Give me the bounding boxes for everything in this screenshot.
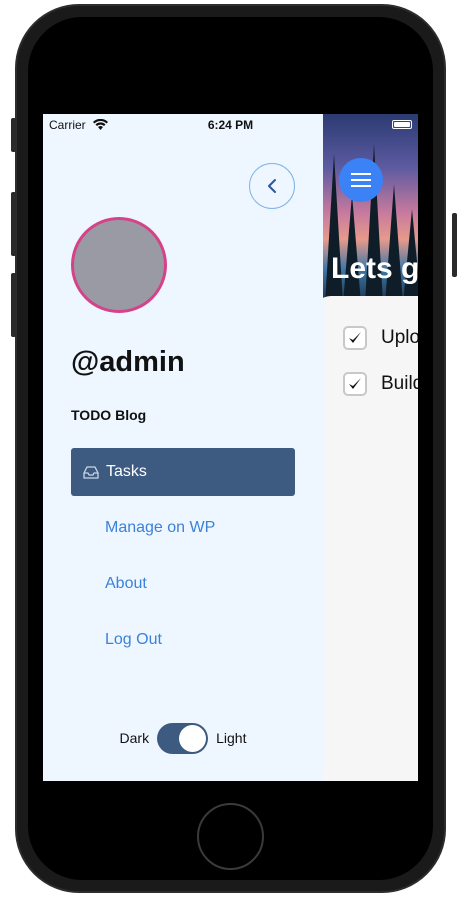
avatar	[71, 217, 167, 313]
inbox-icon	[83, 465, 99, 479]
hero-title: Lets go	[331, 252, 418, 285]
close-drawer-button[interactable]	[249, 163, 295, 209]
blog-name: TODO Blog	[71, 407, 147, 423]
volume-up-button	[11, 192, 16, 256]
home-button[interactable]	[197, 803, 264, 870]
hamburger-icon	[351, 173, 371, 187]
menu-button[interactable]	[339, 158, 383, 202]
status-bar: Carrier 6:24 PM	[43, 114, 418, 136]
power-button	[452, 213, 457, 277]
chevron-left-icon	[268, 179, 276, 193]
mute-switch	[11, 118, 16, 152]
theme-toggle[interactable]	[157, 722, 209, 754]
nav-item-label: Tasks	[106, 463, 147, 480]
checkmark-icon	[349, 378, 361, 389]
volume-down-button	[11, 273, 16, 337]
task-sheet	[313, 296, 418, 781]
screen: Lets go Upload Build	[43, 114, 418, 781]
task-item[interactable]: Upload	[343, 325, 418, 351]
nav-item-tasks[interactable]: Tasks	[71, 448, 295, 496]
checkmark-icon	[349, 332, 361, 343]
toggle-knob	[179, 724, 207, 752]
clock: 6:24 PM	[207, 118, 254, 132]
nav-item-about[interactable]: About	[105, 575, 147, 593]
task-item[interactable]: Build	[343, 371, 418, 397]
side-drawer: @admin TODO Blog Tasks Manage on WP Abou…	[43, 114, 323, 781]
task-checkbox[interactable]	[343, 372, 367, 396]
nav-item-manage-on-wp[interactable]: Manage on WP	[105, 519, 215, 537]
nav-item-log-out[interactable]: Log Out	[105, 631, 162, 649]
username: @admin	[71, 346, 185, 378]
task-label: Upload	[381, 327, 418, 348]
task-label: Build	[381, 373, 418, 394]
dark-label: Dark	[119, 730, 150, 746]
battery-icon	[392, 120, 412, 129]
task-checkbox[interactable]	[343, 326, 367, 350]
light-label: Light	[216, 730, 247, 746]
theme-switcher: Dark Light	[43, 722, 323, 754]
